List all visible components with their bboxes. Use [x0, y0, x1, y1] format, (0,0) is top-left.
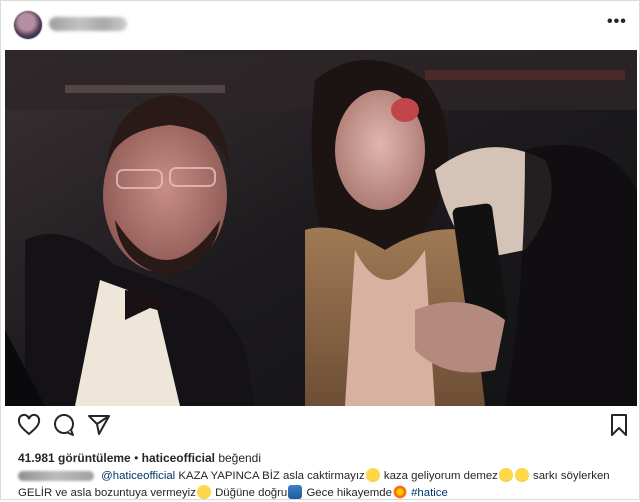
post-video[interactable]	[5, 50, 637, 406]
caption-username-blurred[interactable]	[18, 470, 94, 481]
post-caption: @haticeofficial KAZA YAPINCA BİZ asla ca…	[18, 468, 624, 502]
views-count[interactable]: 41.981	[18, 451, 55, 465]
liked-by-suffix: beğendi	[218, 451, 262, 465]
post-actions	[1, 411, 639, 443]
collision-emoji-icon	[392, 485, 407, 499]
grin-emoji-icon	[196, 485, 211, 499]
comment-icon[interactable]	[52, 413, 78, 439]
caption-mention[interactable]: @haticeofficial	[101, 470, 175, 482]
heart-icon[interactable]	[17, 413, 43, 439]
caption-part1: KAZA YAPINCA BİZ asla caktirmayız	[178, 470, 365, 482]
post-header: •••	[1, 1, 639, 49]
username-blurred[interactable]	[49, 17, 127, 31]
post-card: ••• 41.981 görüntüleme • haticeofficial …	[0, 0, 640, 500]
caption-part5: Gece hikayemde	[303, 487, 392, 499]
views-and-likes: 41.981 görüntüleme • haticeofficial beğe…	[18, 451, 262, 465]
caption-part4: Düğüne doğru	[211, 487, 288, 499]
caption-part2: kaza geliyorum demez	[383, 470, 498, 482]
caption-hashtag[interactable]: #hatice	[411, 487, 448, 499]
joy-emoji-icon	[514, 468, 529, 482]
bookmark-icon[interactable]	[607, 413, 633, 439]
person-emoji-icon	[288, 485, 303, 499]
liked-by-user[interactable]: haticeofficial	[142, 451, 215, 465]
joy-emoji-icon	[498, 468, 513, 482]
sweat-smile-emoji-icon	[365, 468, 380, 482]
avatar[interactable]	[14, 11, 42, 39]
more-options-icon[interactable]: •••	[607, 14, 626, 31]
video-frame	[5, 50, 637, 406]
views-label[interactable]: görüntüleme	[58, 451, 131, 465]
share-icon[interactable]	[87, 413, 113, 439]
